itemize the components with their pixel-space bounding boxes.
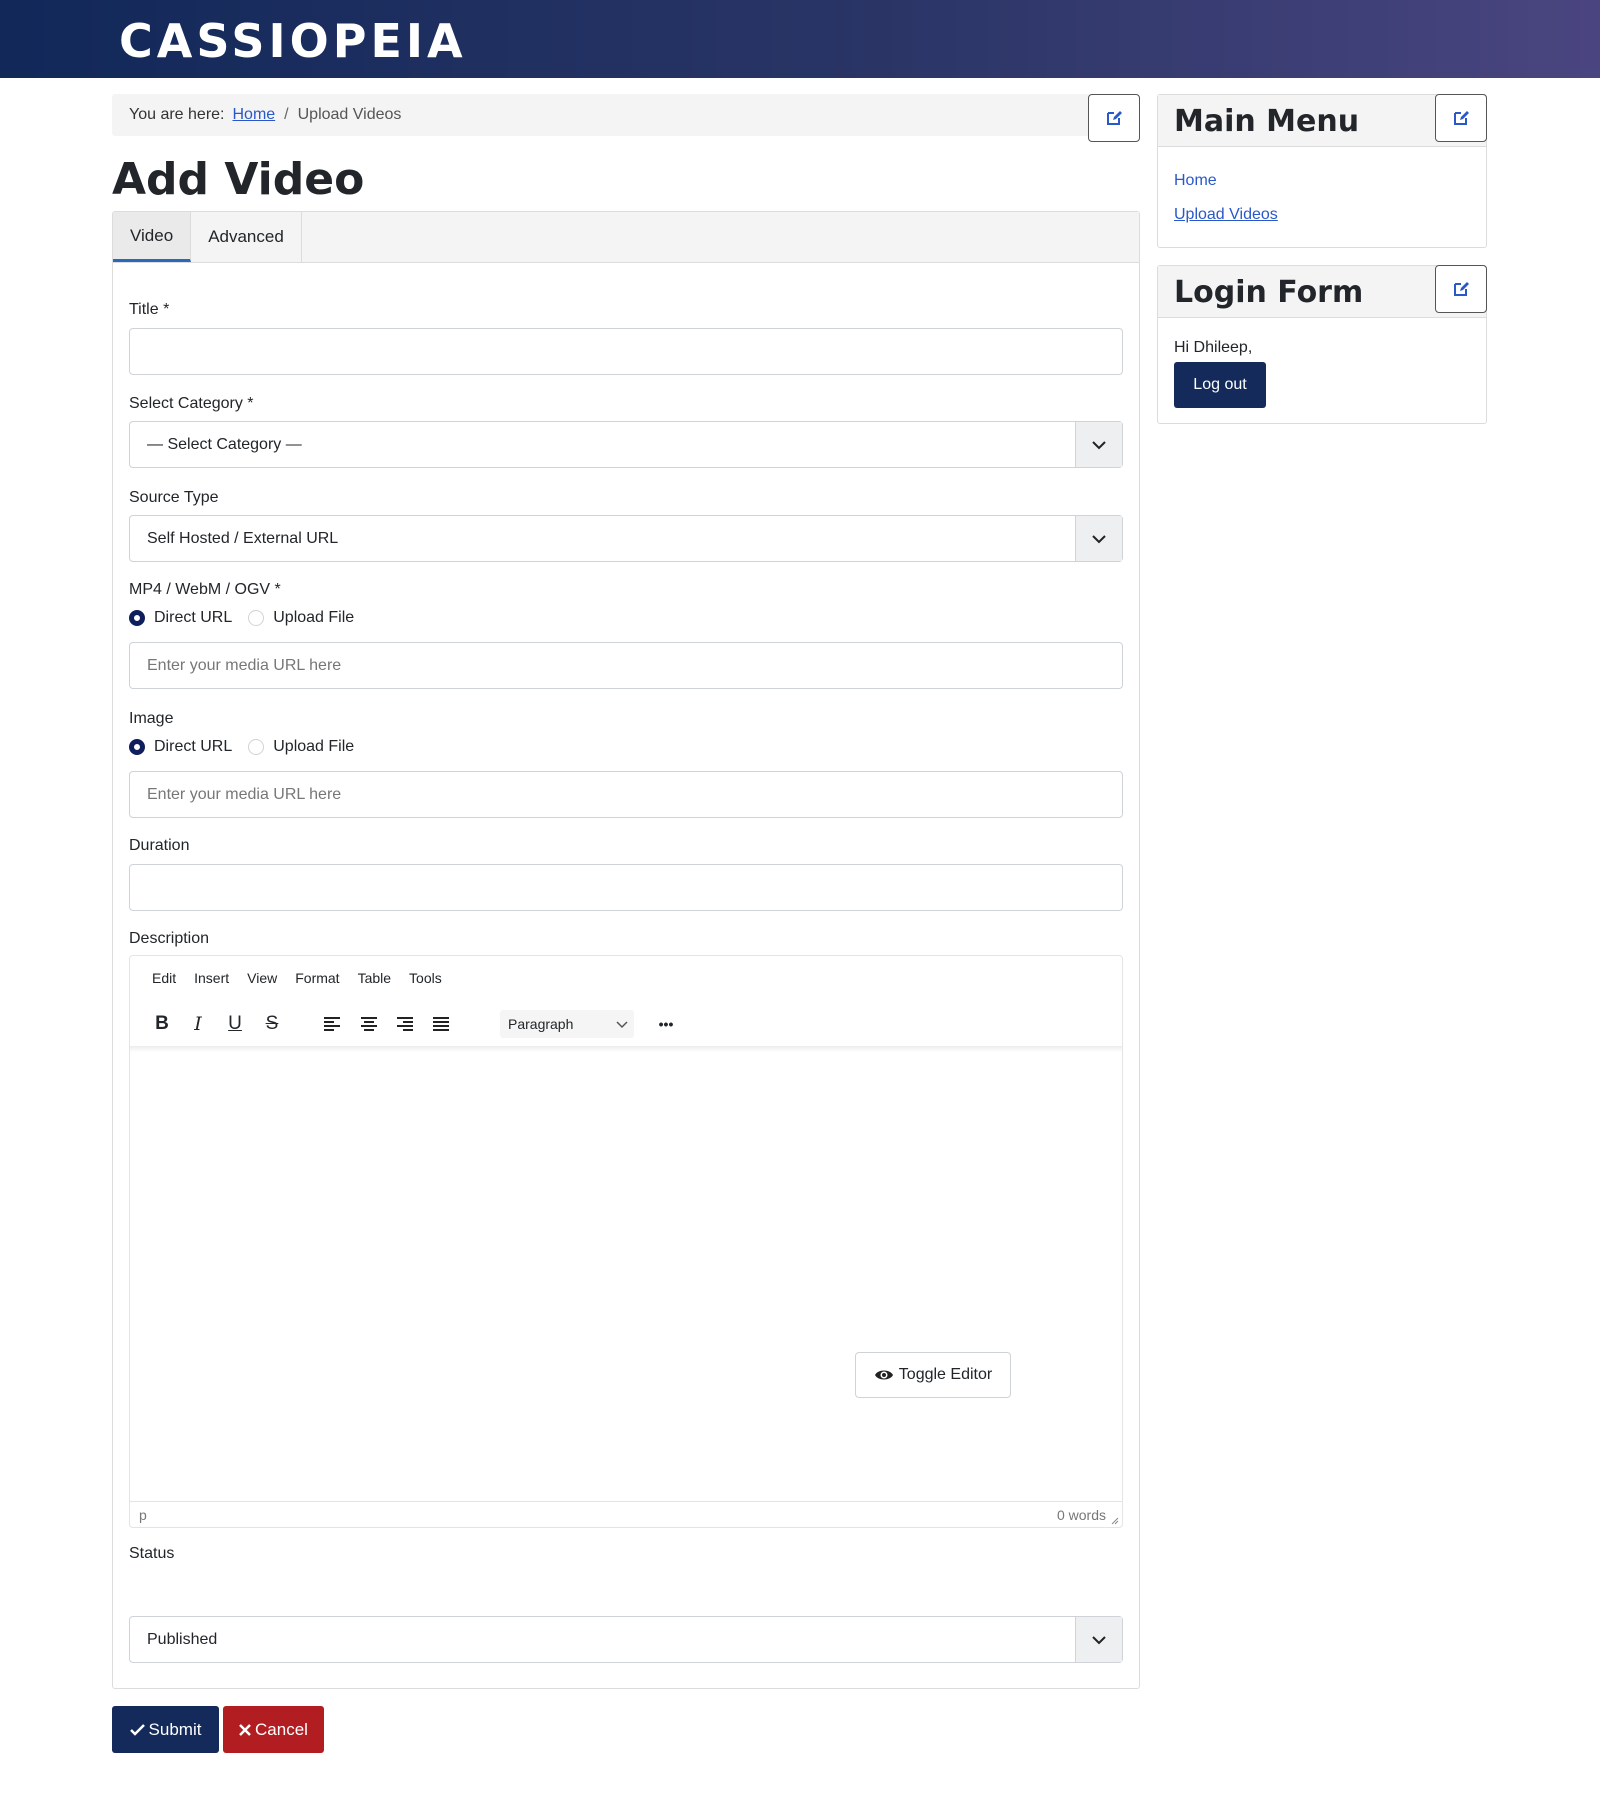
- media-direct-url-label: Direct URL: [154, 609, 233, 626]
- login-form-title: Login Form: [1174, 275, 1364, 310]
- cancel-button[interactable]: Cancel: [223, 1706, 324, 1753]
- edit-icon: [1454, 111, 1469, 125]
- image-label: Image: [129, 710, 174, 727]
- editor-toolbar: B I U S Paragraph •••: [148, 1010, 1108, 1040]
- site-header: CASSIOPEIA: [0, 0, 1600, 78]
- media-upload-file-label: Upload File: [273, 609, 355, 626]
- image-direct-url-label: Direct URL: [154, 738, 233, 755]
- editor-menu-tools[interactable]: Tools: [409, 970, 442, 986]
- breadcrumb-current: Upload Videos: [297, 106, 402, 123]
- tab-bar: Video Advanced: [113, 212, 1139, 263]
- strikethrough-icon[interactable]: S: [258, 1010, 286, 1038]
- submit-label: Submit: [148, 1719, 202, 1739]
- source-type-selected: Self Hosted / External URL: [147, 529, 339, 547]
- duration-input[interactable]: [129, 864, 1123, 911]
- image-url-input[interactable]: Enter your media URL here: [129, 771, 1123, 818]
- block-format-select[interactable]: Paragraph: [500, 1010, 634, 1038]
- check-icon: [129, 1723, 145, 1736]
- category-select[interactable]: — Select Category —: [129, 421, 1123, 468]
- editor-menubar: Edit Insert View Format Table Tools: [152, 970, 460, 986]
- submit-button[interactable]: Submit: [112, 1706, 219, 1753]
- toggle-editor-button[interactable]: Toggle Editor: [855, 1352, 1011, 1398]
- align-center-icon[interactable]: [355, 1010, 383, 1038]
- cancel-label: Cancel: [255, 1719, 308, 1739]
- word-count[interactable]: 0 words: [1057, 1507, 1106, 1523]
- editor-menu-view[interactable]: View: [247, 970, 277, 986]
- media-direct-url-radio[interactable]: Direct URL: [129, 609, 232, 627]
- media-label: MP4 / WebM / OGV *: [129, 581, 281, 598]
- chevron-down-icon: [1075, 516, 1122, 561]
- image-direct-url-radio[interactable]: Direct URL: [129, 738, 232, 756]
- element-path[interactable]: p: [139, 1507, 147, 1523]
- logout-button[interactable]: Log out: [1174, 362, 1266, 408]
- underline-icon[interactable]: U: [221, 1010, 249, 1038]
- status-select[interactable]: Published: [129, 1616, 1123, 1663]
- status-label: Status: [129, 1545, 175, 1562]
- radio-dot: [248, 610, 265, 626]
- radio-dot: [129, 739, 145, 755]
- description-label: Description: [129, 930, 210, 947]
- image-upload-file-label: Upload File: [273, 738, 355, 755]
- editor-statusbar: p 0 words: [130, 1501, 1122, 1527]
- category-label: Select Category *: [129, 395, 254, 412]
- title-input[interactable]: [129, 328, 1123, 375]
- status-selected: Published: [147, 1630, 218, 1648]
- main-content: You are here: Home / Upload Videos Add V…: [112, 94, 1140, 1689]
- edit-icon: [1107, 111, 1122, 125]
- duration-label: Duration: [129, 837, 190, 854]
- block-format-value: Paragraph: [508, 1016, 574, 1032]
- login-form-edit-button[interactable]: [1435, 265, 1487, 313]
- editor-menu-insert[interactable]: Insert: [194, 970, 229, 986]
- breadcrumb-edit-button[interactable]: [1088, 94, 1140, 142]
- editor-menu-edit[interactable]: Edit: [152, 970, 176, 986]
- image-upload-file-radio[interactable]: Upload File: [248, 738, 354, 756]
- breadcrumb: You are here: Home / Upload Videos: [112, 94, 1140, 136]
- tab-advanced[interactable]: Advanced: [191, 212, 302, 262]
- category-selected: — Select Category —: [147, 435, 302, 453]
- align-left-icon[interactable]: [318, 1010, 346, 1038]
- edit-icon: [1454, 282, 1469, 296]
- main-menu-edit-button[interactable]: [1435, 94, 1487, 142]
- bold-icon[interactable]: B: [148, 1010, 176, 1038]
- eye-icon: [874, 1370, 893, 1380]
- login-greeting: Hi Dhileep,: [1174, 339, 1253, 356]
- chevron-down-icon: [616, 1016, 628, 1032]
- main-menu-item-upload-videos[interactable]: Upload Videos: [1174, 206, 1278, 224]
- align-justify-icon[interactable]: [427, 1010, 455, 1038]
- chevron-down-icon: [1075, 1617, 1122, 1662]
- radio-dot: [129, 610, 145, 626]
- tab-video[interactable]: Video: [113, 212, 192, 262]
- close-icon: [239, 1723, 251, 1736]
- video-form: Video Advanced Title * Select Category *…: [112, 211, 1140, 1689]
- media-upload-file-radio[interactable]: Upload File: [248, 609, 354, 627]
- toggle-editor-label: Toggle Editor: [898, 1366, 993, 1383]
- toolbar-divider: [130, 1046, 1122, 1052]
- source-type-select[interactable]: Self Hosted / External URL: [129, 515, 1123, 562]
- title-label: Title *: [129, 301, 170, 318]
- align-right-icon[interactable]: [391, 1010, 419, 1038]
- chevron-down-icon: [1075, 422, 1122, 467]
- editor-menu-format[interactable]: Format: [295, 970, 339, 986]
- more-icon[interactable]: •••: [652, 1010, 680, 1038]
- media-source-radios: Direct URL Upload File: [129, 609, 370, 627]
- breadcrumb-separator: /: [284, 106, 289, 123]
- radio-dot: [248, 739, 265, 755]
- resize-handle-icon[interactable]: [1111, 1512, 1119, 1528]
- breadcrumb-home-link[interactable]: Home: [232, 106, 275, 124]
- main-menu-title: Main Menu: [1174, 104, 1360, 139]
- italic-icon[interactable]: I: [184, 1010, 212, 1038]
- source-type-label: Source Type: [129, 489, 219, 506]
- editor-menu-table[interactable]: Table: [358, 970, 391, 986]
- breadcrumb-prefix: You are here:: [129, 106, 225, 123]
- rich-text-editor: Edit Insert View Format Table Tools B I …: [129, 955, 1123, 1528]
- image-source-radios: Direct URL Upload File: [129, 738, 370, 756]
- main-menu-item-home[interactable]: Home: [1174, 172, 1217, 190]
- media-url-input[interactable]: Enter your media URL here: [129, 642, 1123, 689]
- page-title: Add Video: [112, 154, 365, 205]
- site-brand[interactable]: CASSIOPEIA: [119, 14, 467, 68]
